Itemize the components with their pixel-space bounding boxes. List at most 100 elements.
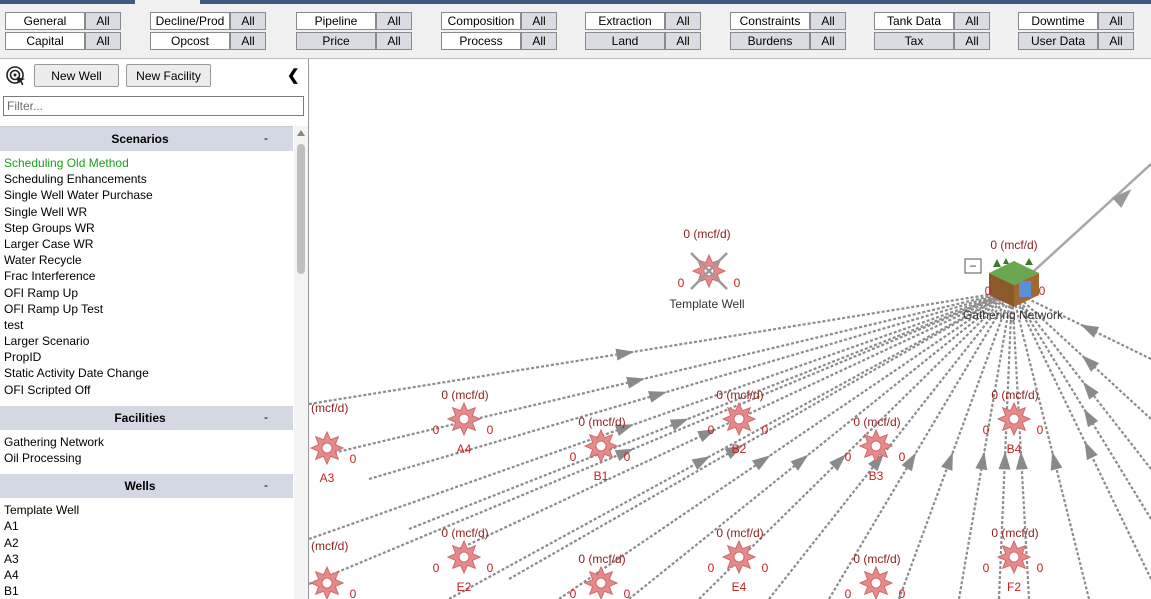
tree-item[interactable]: Template Well [0,502,293,518]
tree-item[interactable]: OFI Ramp Up Test [0,301,293,317]
toolbar-category-button[interactable]: Extraction [585,12,665,30]
well-outflow-value: 0 [762,423,769,437]
toolbar-all-button[interactable]: All [521,12,557,30]
new-well-button[interactable]: New Well [34,64,119,87]
tree-item[interactable]: PropID [0,349,293,365]
toolbar-category-button[interactable]: User Data [1018,32,1098,50]
well-rate-label: 0 (mcf/d) [441,388,488,402]
well-node[interactable] [309,565,345,599]
toolbar-all-button[interactable]: All [665,32,701,50]
tree-item[interactable]: Step Groups WR [0,220,293,236]
well-node[interactable] [996,539,1032,575]
flow-arrow-icon [1050,451,1063,471]
well-inflow-value: 0 [983,423,990,437]
well-node[interactable] [583,565,619,599]
well-inflow-value: 0 [570,450,577,464]
toolbar-category-button[interactable]: Downtime [1018,12,1098,30]
tree-item[interactable]: Single Well Water Purchase [0,187,293,203]
scrollbar-thumb[interactable] [297,144,305,274]
flow-arrow-icon [648,391,667,403]
tree-item[interactable]: Gathering Network [0,434,293,450]
toolbar-category-button[interactable]: Decline/Prod [150,12,230,30]
network-canvas[interactable]: (mcf/d) (mcf/d) 0 0 A3 0 (mcf/d) 0 0 A4 0 (mcf/d)… [309,59,1151,599]
tree-item[interactable]: OFI Scripted Off [0,382,293,398]
well-inflow-value: 0 [570,587,577,599]
toolbar-category-button[interactable]: Composition [441,12,521,30]
tree-item[interactable]: Larger Case WR [0,236,293,252]
toolbar-category-button[interactable]: General [5,12,85,30]
toolbar-all-button[interactable]: All [230,32,266,50]
well-node[interactable] [996,401,1032,437]
toolbar-category-button[interactable]: Capital [5,32,85,50]
toolbar-category-button[interactable]: Constraints [730,12,810,30]
toolbar-all-button[interactable]: All [810,12,846,30]
well-rate-label: 0 (mcf/d) [441,526,488,540]
toolbar-all-button[interactable]: All [521,32,557,50]
toolbar-all-button[interactable]: All [376,32,412,50]
toolbar-category-button[interactable]: Process [441,32,521,50]
section-collapse-toggle[interactable]: - [264,410,268,424]
well-rate-label: 0 (mcf/d) [991,388,1038,402]
tree-item[interactable]: Single Well WR [0,204,293,220]
well-node[interactable] [858,428,894,464]
section-header-scenarios[interactable]: Scenarios - [0,127,293,151]
toolbar-category-button[interactable]: Tank Data [874,12,954,30]
section-header-wells[interactable]: Wells - [0,474,293,499]
tree-item[interactable]: Frac Interference [0,268,293,284]
toolbar-all-button[interactable]: All [230,12,266,30]
well-node[interactable] [446,401,482,437]
toolbar-all-button[interactable]: All [954,12,990,30]
tree-item[interactable]: A2 [0,535,293,551]
flow-arrow-icon [975,451,988,471]
template-well-name-label: Template Well [669,297,744,311]
toolbar-all-button[interactable]: All [85,12,121,30]
well-inflow-value: 0 [845,450,852,464]
section-header-facilities[interactable]: Facilities - [0,405,293,430]
toolbar-all-button[interactable]: All [376,12,412,30]
locate-target-icon[interactable] [5,65,27,87]
well-node[interactable] [721,539,757,575]
toolbar-all-button[interactable]: All [665,12,701,30]
section-collapse-toggle[interactable]: - [264,131,268,145]
tree-item[interactable]: Scheduling Enhancements [0,171,293,187]
toolbar-all-button[interactable]: All [1098,12,1134,30]
tree-item[interactable]: Static Activity Date Change [0,365,293,381]
section-collapse-toggle[interactable]: - [264,478,268,492]
toolbar-category-button[interactable]: Tax [874,32,954,50]
well-outflow-value: 0 [350,587,357,599]
flow-arrow-icon [626,376,646,389]
well-node[interactable] [583,428,619,464]
toolbar-category-button[interactable]: Opcost [150,32,230,50]
tree-item[interactable]: Oil Processing [0,450,293,466]
well-node[interactable] [446,539,482,575]
well-rate-label: 0 (mcf/d) [716,388,763,402]
template-well-rate-label: 0 (mcf/d) [683,227,730,241]
toolbar-category-button[interactable]: Land [585,32,665,50]
tree-item[interactable]: B1 [0,583,293,599]
tree-item[interactable]: OFI Ramp Up [0,285,293,301]
toolbar-all-button[interactable]: All [85,32,121,50]
toolbar-category-button[interactable]: Price [296,32,376,50]
toolbar-category-button[interactable]: Pipeline [296,12,376,30]
tree-item[interactable]: Scheduling Old Method [0,155,293,171]
tree-item[interactable]: test [0,317,293,333]
template-well-outflow-value: 0 [734,276,741,290]
new-facility-button[interactable]: New Facility [126,64,211,87]
toolbar-category-button[interactable]: Burdens [730,32,810,50]
toolbar-all-button[interactable]: All [1098,32,1134,50]
tree-item[interactable]: Water Recycle [0,252,293,268]
toolbar-all-button[interactable]: All [810,32,846,50]
tree-item[interactable]: A1 [0,518,293,534]
well-node[interactable] [309,430,345,466]
sidebar-scrollbar[interactable] [294,126,308,599]
sidebar: New Well New Facility ❮ Scenarios - Schedu… [0,59,309,599]
well-node[interactable] [721,401,757,437]
toolbar-all-button[interactable]: All [954,32,990,50]
tree-item[interactable]: Larger Scenario [0,333,293,349]
filter-input[interactable] [3,96,304,116]
tree-item[interactable]: A3 [0,551,293,567]
scroll-up-icon[interactable] [297,130,305,136]
collapse-sidebar-icon[interactable]: ❮ [287,66,300,84]
well-node[interactable] [858,565,894,599]
tree-item[interactable]: A4 [0,567,293,583]
